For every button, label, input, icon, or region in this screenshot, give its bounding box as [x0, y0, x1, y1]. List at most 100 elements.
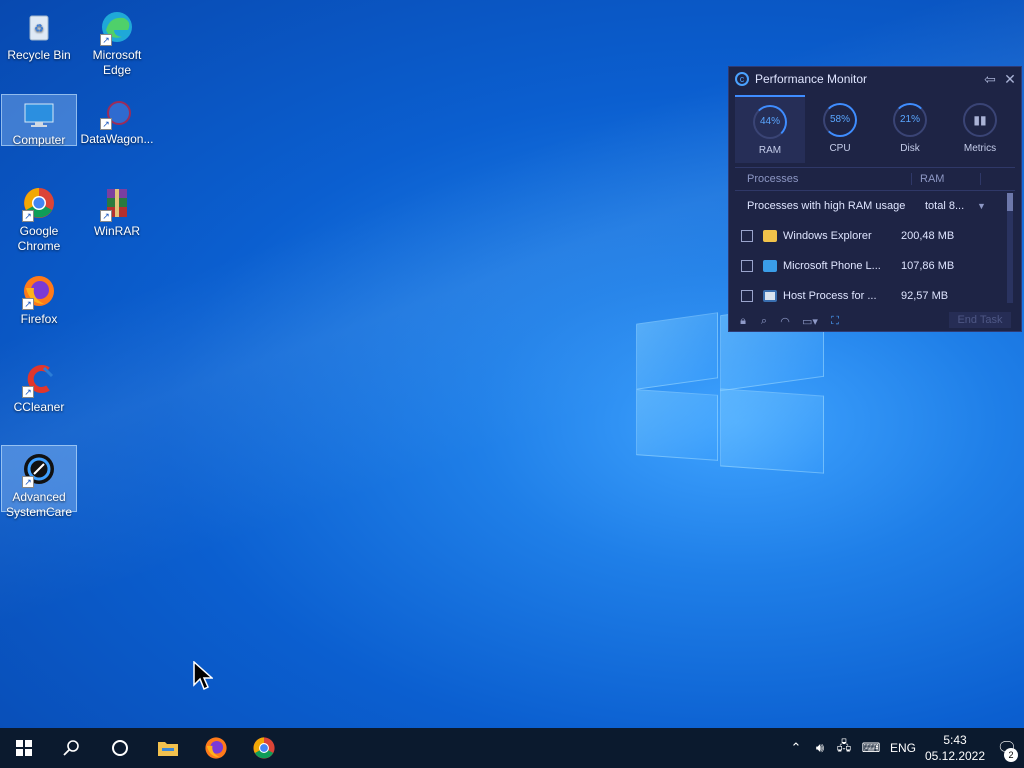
performance-monitor-window: c Performance Monitor ⇦ ✕ 44% RAM 58% CP… [728, 66, 1022, 332]
back-arrow-icon[interactable]: ⇦ [981, 71, 999, 87]
taskbar-google-chrome[interactable] [240, 728, 288, 768]
window-process-icon [763, 290, 777, 302]
window-dropdown-icon[interactable]: ▭▾ [798, 315, 822, 328]
tab-label: CPU [829, 143, 851, 154]
desktop-icon-computer[interactable]: Computer [1, 94, 77, 147]
process-name: Windows Explorer [783, 230, 872, 242]
taskbar-file-explorer[interactable] [144, 728, 192, 768]
tab-cpu[interactable]: 58% CPU [805, 95, 875, 163]
search-icon[interactable]: ⌕ [756, 315, 772, 328]
file-explorer-icon [158, 742, 178, 756]
process-table-header: Processes RAM [735, 167, 1015, 191]
start-button[interactable] [0, 728, 48, 768]
datawagon-icon: ↗ [100, 100, 134, 130]
desktop-icon-advanced-systemcare[interactable]: ↗ Advanced SystemCare [1, 445, 77, 519]
tab-ram[interactable]: 44% RAM [735, 95, 805, 163]
desktop-icon-label: Firefox [20, 312, 58, 326]
cpu-gauge: 58% [823, 103, 857, 137]
cortana-circle-icon [112, 740, 128, 756]
desktop-icon-label: Google Chrome [17, 224, 61, 253]
tab-metrics[interactable]: ▮▮ Metrics [945, 95, 1015, 163]
process-ram: 92,57 MB [901, 290, 949, 302]
volume-icon[interactable]: 🔊︎ [808, 740, 832, 756]
shortcut-arrow-icon: ↗ [22, 210, 34, 222]
shortcut-arrow-icon: ↗ [100, 34, 112, 46]
shortcut-arrow-icon: ↗ [22, 298, 34, 310]
metrics-chart-icon: ▮▮ [963, 103, 997, 137]
clock-time: 5:43 [943, 733, 967, 747]
desktop-icon-label: CCleaner [13, 400, 65, 414]
desktop-icon-microsoft-edge[interactable]: ↗ Microsoft Edge [79, 4, 155, 78]
ram-gauge: 44% [753, 105, 787, 139]
language-indicator[interactable]: ENG [886, 741, 920, 755]
performance-monitor-titlebar[interactable]: c Performance Monitor [729, 67, 1021, 91]
desktop-icon-datawagon[interactable]: ↗ DataWagon... [79, 94, 155, 146]
firefox-icon: ↗ [22, 274, 56, 310]
google-chrome-icon [253, 737, 275, 759]
row-checkbox[interactable] [741, 230, 753, 242]
desktop-icon-label: Recycle Bin [7, 48, 71, 62]
windows-start-icon [16, 740, 32, 756]
desktop-icon-recycle-bin[interactable]: ♻ Recycle Bin [1, 4, 77, 66]
process-group-header[interactable]: Processes with high RAM usage total 8...… [735, 195, 1005, 217]
performance-tabs: 44% RAM 58% CPU 21% Disk ▮▮ Metrics [735, 95, 1015, 163]
iobit-logo-icon: c [735, 72, 749, 86]
desktop-icon-label: WinRAR [93, 224, 140, 238]
desktop-icon-label: Microsoft Edge [92, 48, 142, 77]
computer-icon [22, 101, 56, 129]
screenshot-icon[interactable]: ⛶ [827, 315, 843, 328]
end-task-button[interactable]: End Task [949, 312, 1011, 328]
search-icon [63, 740, 79, 756]
row-checkbox[interactable] [741, 260, 753, 272]
taskbar-firefox[interactable] [192, 728, 240, 768]
shortcut-arrow-icon: ↗ [100, 210, 112, 222]
clock[interactable]: 5:43 05.12.2022 [920, 732, 990, 764]
desktop-icon-firefox[interactable]: ↗ Firefox [1, 268, 77, 326]
network-icon[interactable]: 🖧 [832, 737, 856, 759]
shortcut-arrow-icon: ↗ [100, 118, 112, 130]
action-center-button[interactable]: 🗨︎ 2 [990, 728, 1024, 768]
cortana-button[interactable] [96, 728, 144, 768]
search-button[interactable] [48, 728, 96, 768]
system-tray: ⌃ 🔊︎ 🖧 ⌨ ENG 5:43 05.12.2022 🗨︎ 2 [784, 728, 1024, 768]
lock-icon[interactable]: 🔒︎ [735, 315, 751, 328]
close-icon[interactable]: ✕ [1001, 71, 1019, 87]
desktop-icon-ccleaner[interactable]: ↗ CCleaner [1, 356, 77, 414]
process-ram: 107,86 MB [901, 260, 955, 272]
winrar-icon: ↗ [100, 186, 134, 222]
desktop-icon-label: DataWagon... [80, 132, 154, 146]
recycle-bin-icon: ♻ [22, 10, 56, 44]
desktop-icon-google-chrome[interactable]: ↗ Google Chrome [1, 180, 77, 253]
firefox-icon [205, 737, 227, 759]
tab-label: Metrics [963, 143, 997, 154]
process-ram: 200,48 MB [901, 230, 955, 242]
tab-label: RAM [758, 145, 782, 156]
tab-disk[interactable]: 21% Disk [875, 95, 945, 163]
tab-label: Disk [900, 143, 920, 154]
table-row[interactable]: Windows Explorer 200,48 MB [741, 223, 1001, 249]
process-name: Microsoft Phone L... [783, 260, 881, 272]
shortcut-arrow-icon: ↗ [22, 386, 34, 398]
keyboard-icon[interactable]: ⌨ [856, 740, 886, 756]
microsoft-edge-icon: ↗ [100, 10, 134, 46]
table-row[interactable]: Microsoft Phone L... 107,86 MB [741, 253, 1001, 279]
chevron-up-icon[interactable]: ⌃ [784, 740, 808, 756]
shortcut-arrow-icon: ↗ [22, 476, 34, 488]
performance-monitor-title: Performance Monitor [755, 72, 868, 86]
disk-gauge: 21% [893, 103, 927, 137]
scrollbar-thumb[interactable] [1007, 193, 1013, 211]
group-label: Processes with high RAM usage [747, 200, 906, 212]
row-checkbox[interactable] [741, 290, 753, 302]
column-header-ram[interactable]: RAM [912, 173, 981, 185]
svg-text:♻: ♻ [34, 23, 44, 35]
chevron-down-icon[interactable]: ▼ [977, 201, 986, 211]
google-chrome-icon: ↗ [22, 186, 56, 222]
table-row[interactable]: Host Process for ... 92,57 MB [741, 283, 1001, 309]
desktop-icon-winrar[interactable]: ↗ WinRAR [79, 180, 155, 238]
desktop-icon-label: Advanced SystemCare [5, 490, 73, 519]
advanced-systemcare-icon: ↗ [22, 452, 56, 488]
speedometer-icon[interactable]: ◠ [777, 315, 793, 328]
column-header-processes[interactable]: Processes [735, 173, 912, 185]
performance-footer: 🔒︎ ⌕ ◠ ▭▾ ⛶ End Task [735, 311, 1015, 331]
mouse-cursor-icon [193, 661, 213, 691]
